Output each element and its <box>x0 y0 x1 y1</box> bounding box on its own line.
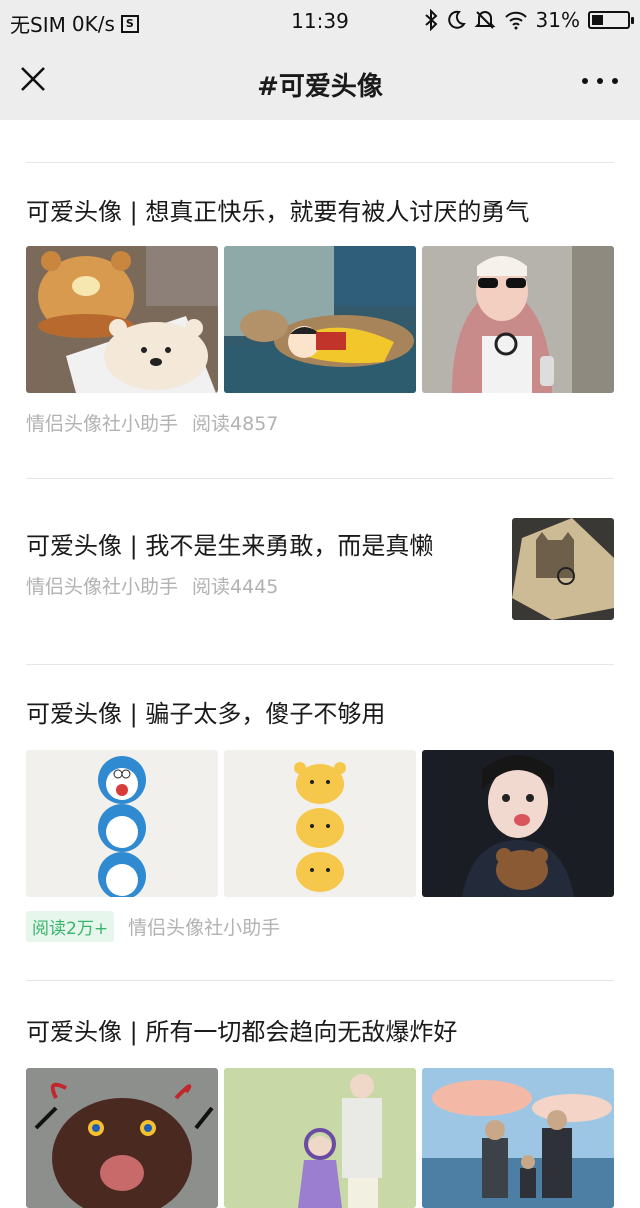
article-card[interactable]: 可爱头像 | 想真正快乐，就要有被人讨厌的勇气 情侣头像社小助手 阅读4857 <box>26 196 614 436</box>
nav-bar: #可爱头像 <box>0 44 640 120</box>
moon-icon <box>447 10 466 29</box>
article-title[interactable]: 可爱头像 | 所有一切都会趋向无敌爆炸好 <box>26 1016 614 1048</box>
thumbnail-couple-illustration[interactable] <box>224 1068 416 1208</box>
battery-icon <box>588 11 634 29</box>
thumbnail-bear-stack[interactable] <box>224 750 416 897</box>
mute-bell-icon <box>474 11 495 29</box>
battery-percent: 31% <box>535 8 580 32</box>
thumbnail-family-beach[interactable] <box>422 1068 614 1208</box>
divider <box>26 162 614 163</box>
bluetooth-icon <box>424 9 437 31</box>
wifi-icon <box>504 11 527 30</box>
read-count-badge: 阅读2万+ <box>26 911 115 942</box>
article-source: 情侣头像社小助手 <box>26 413 179 435</box>
thumbnail-shadow-cat[interactable] <box>512 518 614 620</box>
article-source: 情侣头像社小助手 <box>128 917 281 939</box>
divider <box>26 980 614 981</box>
thumbnail-bear-buns[interactable] <box>26 246 218 393</box>
divider <box>26 664 614 665</box>
thumbnail-girl-teddy[interactable] <box>422 750 614 897</box>
page-title: #可爱头像 <box>257 72 383 102</box>
article-card[interactable]: 可爱头像 | 骗子太多，傻子不够用 阅读2万+ 情侣头像社小助手 <box>26 698 614 942</box>
divider <box>26 478 614 479</box>
thumbnail-doraemon-stack[interactable] <box>26 750 218 897</box>
article-source: 情侣头像社小助手 <box>26 576 179 598</box>
status-bar: 无SIM 0K/s S 11:39 31% <box>0 0 640 44</box>
status-right: 31% <box>424 8 634 32</box>
thumbnail-sleeping-cat[interactable] <box>224 246 416 393</box>
thumbnail-dog-doodle[interactable] <box>26 1068 218 1208</box>
article-title[interactable]: 可爱头像 | 骗子太多，傻子不够用 <box>26 698 614 730</box>
article-card[interactable]: 可爱头像 | 我不是生来勇敢，而是真懒 情侣头像社小助手 阅读4445 <box>26 518 614 620</box>
thumbnail-girl-sunglasses[interactable] <box>422 246 614 393</box>
read-count: 阅读4857 <box>192 413 279 435</box>
read-count: 阅读4445 <box>192 576 279 598</box>
article-card[interactable]: 可爱头像 | 所有一切都会趋向无敌爆炸好 <box>26 1016 614 1208</box>
more-icon[interactable] <box>582 66 618 96</box>
article-title[interactable]: 可爱头像 | 想真正快乐，就要有被人讨厌的勇气 <box>26 196 614 228</box>
